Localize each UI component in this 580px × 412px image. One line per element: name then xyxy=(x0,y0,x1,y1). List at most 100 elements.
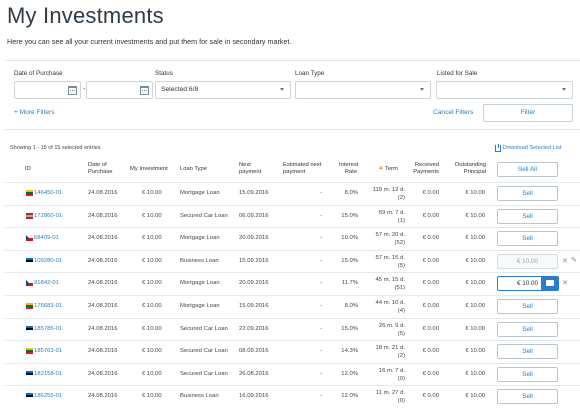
col-header-outstanding-line2: Principal xyxy=(463,169,486,175)
purchase-date-cell: 24.08.2016 xyxy=(88,235,118,242)
col-header-investment: My Investment xyxy=(130,166,168,172)
term-remaining: 18 m. 21 d. xyxy=(375,345,405,352)
purchase-date-cell: 24.08.2016 xyxy=(88,325,118,332)
term-cell: 18 m. 21 d. (2) xyxy=(376,344,405,360)
sell-button[interactable]: Sell xyxy=(497,231,558,247)
listed-for-sale-label: Listed for Sale xyxy=(437,70,478,77)
cancel-sale-icon[interactable]: ✕ xyxy=(562,279,568,287)
date-from-input[interactable] xyxy=(14,81,81,99)
date-to-input[interactable] xyxy=(86,81,153,99)
sell-button[interactable]: Sell xyxy=(497,186,558,201)
country-flag-icon xyxy=(26,348,33,355)
loan-type-cell: Mortgage Loan xyxy=(180,303,220,309)
purchase-date-cell: 24.08.2016 xyxy=(88,212,118,219)
next-payment-cell: 15.09.2016 xyxy=(239,257,269,264)
purchase-date-cell: 24.08.2016 xyxy=(88,303,118,309)
next-payment-cell: 16.09.2016 xyxy=(239,393,269,400)
download-icon[interactable] xyxy=(495,144,501,152)
table-row: 172860-01 24.08.2016 € 10.00 Secured Car Lo… xyxy=(5,204,580,227)
outstanding-principal-cell: € 10.00 xyxy=(465,235,485,242)
loan-type-select[interactable] xyxy=(295,81,431,99)
chevron-down-icon xyxy=(562,88,566,91)
table-row: 109280-01 24.08.2016 € 10.00 Business Loan 1… xyxy=(5,249,580,272)
loan-id-link[interactable]: 146450-01 xyxy=(34,190,62,196)
received-payments-cell: € 0.00 xyxy=(422,212,439,219)
loan-id-link[interactable]: 185763-01 xyxy=(34,348,62,354)
calendar-icon[interactable] xyxy=(68,86,77,95)
estimated-payment-cell: - xyxy=(320,190,322,196)
sell-button[interactable]: Sell xyxy=(497,366,558,382)
filter-button[interactable]: Filter xyxy=(483,104,573,122)
cancel-filters-link[interactable]: Cancel Filters xyxy=(433,109,473,116)
estimated-payment-cell: - xyxy=(320,393,322,400)
loan-type-cell: Mortgage Loan xyxy=(180,190,220,196)
country-flag-icon xyxy=(26,235,33,242)
more-filters-link[interactable]: + More Filters xyxy=(14,109,55,116)
sell-button[interactable]: Sell xyxy=(497,389,558,405)
country-flag-icon xyxy=(26,212,33,219)
term-remaining: 57 m. 20 d. xyxy=(375,232,405,239)
term-cell: 59 m. 7 d. (1) xyxy=(379,209,405,225)
calendar-icon[interactable] xyxy=(140,86,149,95)
loan-type-cell: Mortgage Loan xyxy=(180,235,220,242)
col-header-term[interactable]: Term xyxy=(379,166,398,173)
interest-rate-cell: 15.0% xyxy=(341,325,358,332)
next-payment-cell: 20.09.2016 xyxy=(239,235,269,242)
sell-button[interactable]: Sell xyxy=(497,208,558,224)
col-header-estimated: Estimated next payment xyxy=(283,162,321,176)
estimated-payment-cell: - xyxy=(320,370,322,377)
received-payments-cell: € 0.00 xyxy=(422,257,439,264)
loan-type-cell: Secured Car Loan xyxy=(180,325,228,332)
next-payment-cell: 20.09.2016 xyxy=(239,280,269,287)
loan-type-cell: Business Loan xyxy=(180,257,219,264)
loan-type-cell: Secured Car Loan xyxy=(180,212,228,219)
download-selected-list-link[interactable]: Download Selected List xyxy=(503,145,561,151)
received-payments-cell: € 0.00 xyxy=(422,348,439,355)
term-count: (0) xyxy=(397,375,405,382)
loan-id-link[interactable]: 109280-01 xyxy=(34,258,62,264)
term-cell: 57 m. 20 d. (52) xyxy=(376,231,405,247)
purchase-date-cell: 24.08.2016 xyxy=(88,190,118,196)
term-cell: 44 m. 10 d. (4) xyxy=(376,299,405,315)
loan-id-link[interactable]: 68409-01 xyxy=(34,235,59,241)
investment-cell: € 10.00 xyxy=(142,280,162,287)
loan-id-link[interactable]: 172860-01 xyxy=(34,213,62,219)
interest-rate-cell: 15.0% xyxy=(341,257,358,264)
loan-id-link[interactable]: 185785-01 xyxy=(34,326,62,332)
listed-for-sale-select[interactable] xyxy=(436,81,573,99)
col-header-next-payment-line1: Next xyxy=(239,162,251,168)
sell-all-button[interactable]: Sell All xyxy=(497,162,558,177)
estimated-payment-cell: - xyxy=(320,235,322,242)
confirm-sale-briefcase-icon[interactable] xyxy=(541,276,559,292)
status-select[interactable]: Selected:6/8 xyxy=(155,81,291,99)
sell-button[interactable]: Sell xyxy=(497,299,558,314)
sell-button[interactable]: Sell xyxy=(497,321,558,337)
col-header-outstanding: Outstanding Principal xyxy=(451,162,486,176)
sell-button[interactable]: Sell xyxy=(497,344,558,360)
col-header-date: Date of Purchase xyxy=(88,162,113,176)
sale-price-field[interactable]: € 10.00 xyxy=(497,253,558,269)
chevron-down-icon xyxy=(280,88,284,91)
loan-id-link[interactable]: 182158-01 xyxy=(34,371,62,377)
investment-cell: € 10.00 xyxy=(142,303,162,309)
table-row: 146450-01 24.08.2016 € 10.00 Mortgage Loan 1… xyxy=(5,182,580,204)
loan-id-link[interactable]: 91842-01 xyxy=(34,280,59,286)
investment-cell: € 10.00 xyxy=(142,325,162,332)
interest-rate-cell: 8.0% xyxy=(344,303,358,309)
next-payment-cell: 08.09.2016 xyxy=(239,348,269,355)
outstanding-principal-cell: € 10.00 xyxy=(465,257,485,264)
cancel-sale-icon[interactable]: ✕ xyxy=(562,257,568,265)
next-payment-cell: 06.09.2016 xyxy=(239,212,269,219)
received-payments-cell: € 0.00 xyxy=(422,303,439,309)
status-label: Status xyxy=(155,70,173,77)
interest-rate-cell: 15.0% xyxy=(341,212,358,219)
received-payments-cell: € 0.00 xyxy=(422,190,439,196)
loan-id-link[interactable]: 175683-01 xyxy=(34,303,62,309)
filters-panel: Date of Purchase - Status Selected:6/8 L… xyxy=(5,60,580,130)
table-row: 185763-01 24.08.2016 € 10.00 Secured Car Lo… xyxy=(5,340,580,362)
loan-id-link[interactable]: 186255-01 xyxy=(34,393,62,399)
country-flag-icon xyxy=(26,257,33,264)
edit-price-icon[interactable]: ✎ xyxy=(571,256,577,264)
country-flag-icon xyxy=(26,325,33,332)
term-count: (4) xyxy=(397,308,405,314)
